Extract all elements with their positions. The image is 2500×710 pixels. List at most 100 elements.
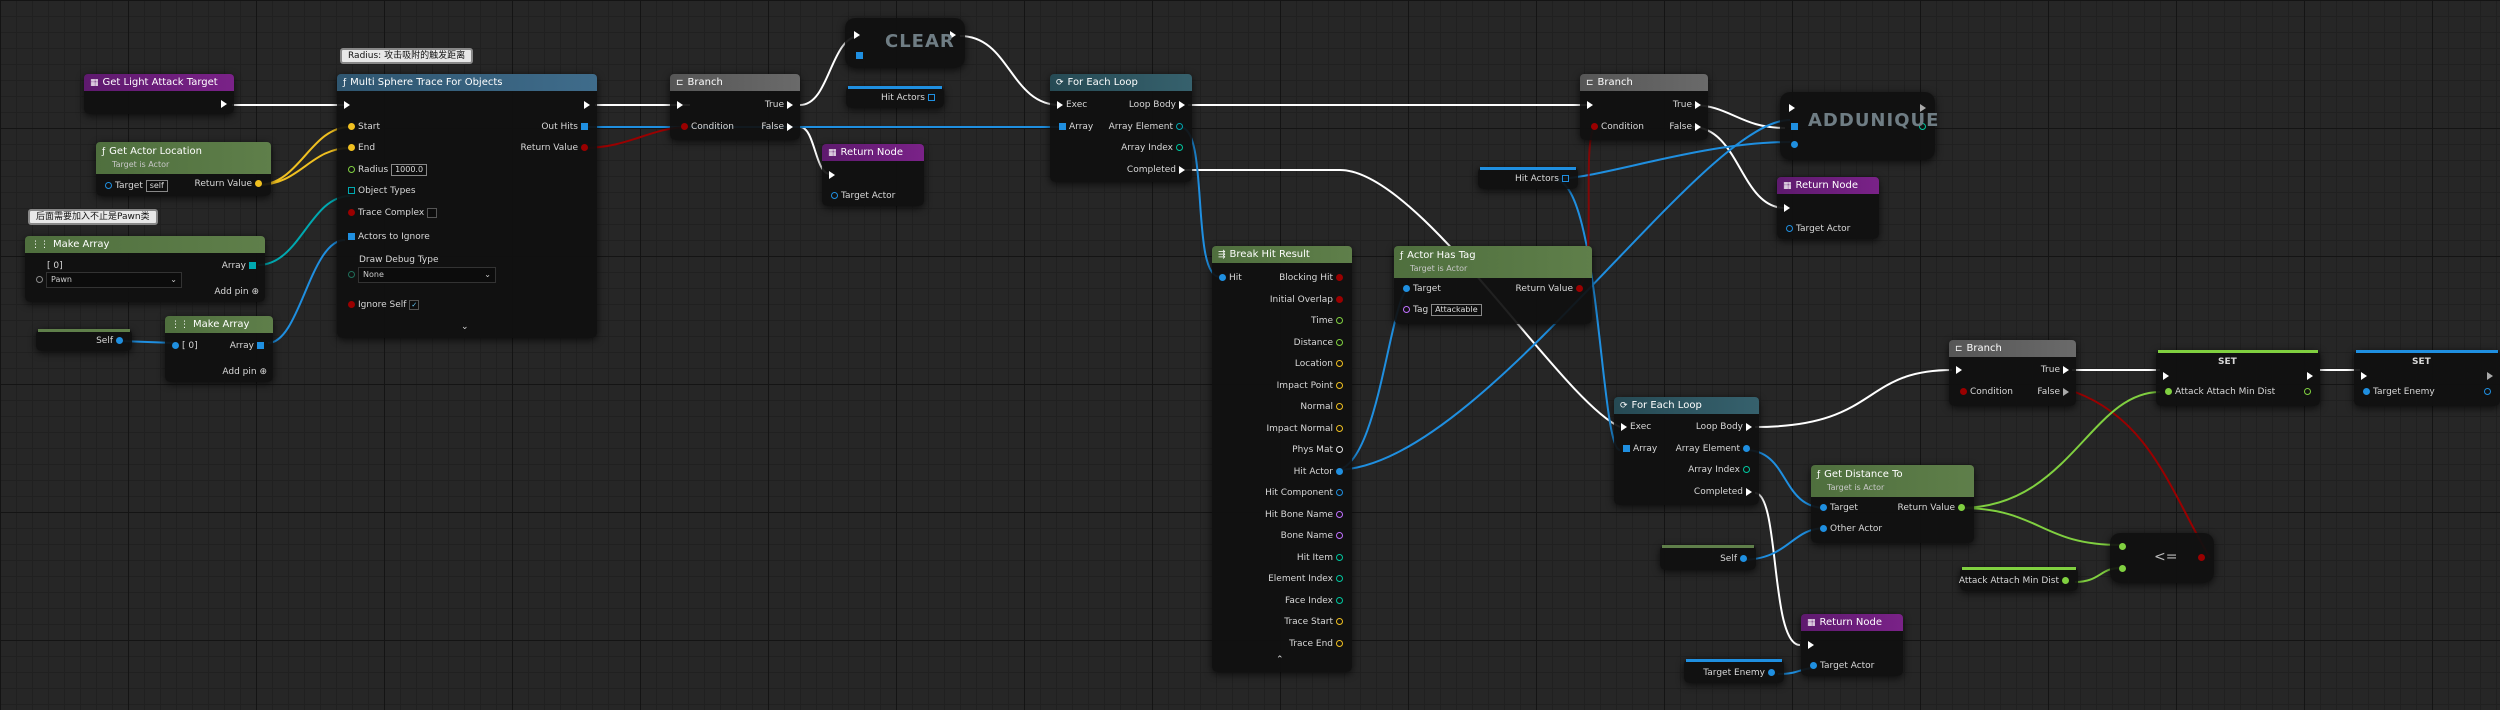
return-value-pin[interactable]: Return Value [1898, 502, 1968, 514]
array-index-pin[interactable]: Array Index [1121, 142, 1186, 154]
true-pin[interactable]: True [765, 99, 796, 111]
break-hit-out-pin[interactable]: Normal [1300, 401, 1346, 413]
node-actor-has-tag[interactable]: ƒ Actor Has Tag Target is Actor Target Tag… [1394, 246, 1592, 324]
node-clear[interactable]: CLEAR [845, 18, 965, 68]
break-hit-out-pin[interactable]: Hit Actor [1294, 466, 1346, 478]
loop-body-pin[interactable]: Loop Body [1129, 99, 1188, 111]
expand-chevron-icon[interactable]: ⌄ [461, 321, 469, 333]
ignore-self-pin[interactable]: Ignore Self ✓ [345, 299, 420, 311]
completed-pin[interactable]: Completed [1694, 486, 1755, 498]
node-make-array-1[interactable]: ⋮⋮ Make Array [ 0] Pawn ⌄ Array Add pin ⊕ [25, 236, 265, 302]
node-hit-actors-1[interactable]: Hit Actors [846, 86, 944, 108]
exec-out-pin[interactable] [218, 98, 230, 110]
break-hit-out-pin[interactable]: Blocking Hit [1279, 272, 1346, 284]
exec-in-pin[interactable] [1781, 202, 1793, 214]
out-hits-pin[interactable]: Out Hits [541, 121, 591, 133]
break-hit-out-pin[interactable]: Initial Overlap [1270, 294, 1346, 306]
node-target-enemy-get[interactable]: Target Enemy [1684, 659, 1784, 683]
node-branch-2[interactable]: ⊏ Branch Condition True False [1580, 74, 1708, 140]
exec-in-pin[interactable]: Exec [1618, 421, 1651, 433]
node-return-node-2[interactable]: ▦ Return Node Target Actor [1777, 177, 1879, 239]
exec-in-pin[interactable] [1953, 364, 1965, 376]
array-index-pin[interactable]: Array Index [1688, 464, 1753, 476]
exec-in-pin[interactable] [341, 99, 353, 111]
target-enemy-pin[interactable]: Target Enemy [1703, 667, 1778, 679]
attack-min-dist-out-pin[interactable] [2301, 386, 2314, 398]
true-pin[interactable]: True [2041, 364, 2072, 376]
end-pin[interactable]: End [345, 142, 375, 154]
break-hit-out-pin[interactable]: Hit Bone Name [1265, 509, 1346, 521]
exec-in-pin[interactable]: Exec [1054, 99, 1087, 111]
exec-out-pin[interactable] [2484, 370, 2496, 382]
target-actor-pin[interactable]: Target Actor [1807, 660, 1874, 672]
start-pin[interactable]: Start [345, 121, 380, 133]
break-hit-out-pin[interactable]: Time [1311, 315, 1346, 327]
target-pin[interactable]: Target [1817, 502, 1858, 514]
target-pin[interactable]: Target self [102, 180, 168, 192]
draw-debug-dropdown[interactable]: None [363, 270, 384, 279]
exec-in-pin[interactable] [2160, 370, 2172, 382]
target-enemy-out-pin[interactable] [2481, 386, 2494, 398]
return-value-pin[interactable]: Return Value [195, 178, 265, 190]
pawn-dropdown[interactable]: Pawn [51, 275, 72, 284]
result-pin[interactable] [2195, 552, 2208, 564]
condition-pin[interactable]: Condition [678, 121, 734, 133]
array-element-pin[interactable]: Array Element [1109, 121, 1186, 133]
node-get-light-attack-target[interactable]: ▦ Get Light Attack Target [84, 74, 234, 114]
break-hit-out-pin[interactable]: Location [1295, 358, 1346, 370]
target-actor-pin[interactable]: Target Actor [828, 190, 895, 202]
exec-in-pin[interactable] [2358, 370, 2370, 382]
node-for-each-loop-1[interactable]: ⟳ For Each Loop Exec Array Loop Body Arra… [1050, 74, 1192, 182]
radius-pin[interactable]: Radius 1000.0 [345, 164, 428, 176]
condition-pin[interactable]: Condition [1588, 121, 1644, 133]
break-hit-out-pin[interactable]: Impact Point [1277, 380, 1346, 392]
break-hit-out-pin[interactable]: Impact Normal [1266, 423, 1346, 435]
add-pin-button[interactable]: Add pin ⊕ [222, 366, 267, 378]
break-hit-out-pin[interactable]: Trace End [1289, 638, 1346, 650]
break-hit-out-pin[interactable]: Distance [1294, 337, 1346, 349]
break-hit-out-pin[interactable]: Trace Start [1284, 616, 1346, 628]
radius-value-field[interactable]: 1000.0 [391, 164, 428, 176]
index-pin[interactable]: [ 0] [169, 340, 198, 352]
node-hit-actors-2[interactable]: Hit Actors [1478, 167, 1578, 189]
node-get-actor-location[interactable]: ƒ Get Actor Location Target is Actor Targe… [96, 142, 271, 196]
return-value-pin[interactable]: Return Value [521, 142, 591, 154]
condition-pin[interactable]: Condition [1957, 386, 2013, 398]
trace-complex-pin[interactable]: Trace Complex [345, 207, 438, 219]
false-pin[interactable]: False [2037, 386, 2072, 398]
node-return-node-1[interactable]: ▦ Return Node Target Actor [822, 144, 924, 206]
collapse-chevron-icon[interactable]: ⌃ [1276, 654, 1284, 666]
node-get-distance-to[interactable]: ƒ Get Distance To Target is Actor Target O… [1811, 465, 1974, 543]
attack-min-dist-pin[interactable]: Attack Attach Min Dist [2162, 386, 2275, 398]
node-set-attack-min-dist[interactable]: SET Attack Attach Min Dist [2156, 350, 2320, 406]
exec-in-pin[interactable] [1584, 99, 1596, 111]
attack-min-dist-pin[interactable]: Attack Attach Min Dist [1959, 575, 2072, 587]
hit-pin[interactable]: Hit [1216, 272, 1242, 284]
target-value-field[interactable]: self [145, 180, 168, 192]
hit-actors-pin[interactable]: Hit Actors [1515, 173, 1572, 185]
actors-to-ignore-pin[interactable]: Actors to Ignore [345, 231, 430, 243]
exec-in-pin[interactable] [1805, 639, 1817, 651]
node-make-array-2[interactable]: ⋮⋮ Make Array [ 0] Array Add pin ⊕ [165, 316, 273, 382]
loop-body-pin[interactable]: Loop Body [1696, 421, 1755, 433]
tag-value-field[interactable]: Attackable [1431, 304, 1482, 316]
return-value-pin[interactable]: Return Value [1516, 283, 1586, 295]
array-element-pin[interactable]: Array Element [1676, 443, 1753, 455]
array-out-pin[interactable]: Array [222, 260, 259, 272]
self-pin[interactable]: Self [1720, 553, 1750, 565]
node-set-target-enemy[interactable]: SET Target Enemy [2354, 350, 2500, 406]
other-actor-pin[interactable]: Other Actor [1817, 523, 1882, 535]
ignore-self-checkbox[interactable]: ✓ [409, 299, 420, 310]
draw-debug-pin[interactable]: None ⌄ [345, 267, 496, 283]
node-multi-sphere-trace[interactable]: ƒ Multi Sphere Trace For Objects Start En… [337, 74, 597, 338]
pawn-pin[interactable]: Pawn ⌄ [33, 272, 182, 288]
break-hit-out-pin[interactable]: Hit Item [1297, 552, 1346, 564]
exec-in-pin[interactable] [674, 99, 686, 111]
node-attack-min-dist-get[interactable]: Attack Attach Min Dist [1959, 567, 2078, 591]
target-enemy-pin[interactable]: Target Enemy [2360, 386, 2435, 398]
array-in-pin[interactable]: Array [1620, 443, 1657, 455]
break-hit-out-pin[interactable]: Hit Component [1265, 487, 1346, 499]
break-hit-out-pin[interactable]: Phys Mat [1292, 444, 1346, 456]
node-addunique[interactable]: ADDUNIQUE [1780, 92, 1938, 160]
exec-in-pin[interactable] [1786, 102, 1798, 114]
